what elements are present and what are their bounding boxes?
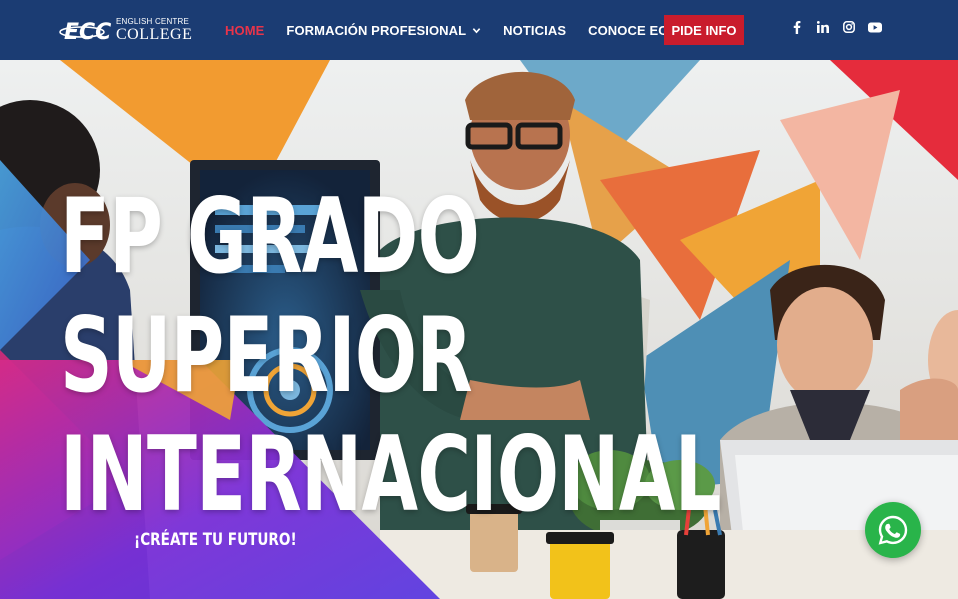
site-header: ECC ENGLISH CENTRE COLLEGE HOME FORMACIÓ… (0, 0, 958, 60)
chevron-down-icon (472, 27, 481, 33)
main-nav: HOME FORMACIÓN PROFESIONAL NOTICIAS CONO… (225, 0, 714, 60)
hero-banner: FP GRADO SUPERIOR INTERNACIONAL ¡CRÉATE … (0, 60, 958, 599)
logo-big-text: COLLEGE (116, 25, 193, 43)
pide-info-button[interactable]: PIDE INFO (664, 15, 744, 45)
whatsapp-button[interactable] (865, 502, 921, 558)
nav-label: HOME (225, 22, 265, 38)
facebook-icon[interactable] (790, 20, 804, 34)
hero-title-line: SUPERIOR (60, 296, 473, 416)
nav-label: NOTICIAS (503, 22, 567, 38)
nav-label: FORMACIÓN PROFESIONAL (286, 22, 467, 38)
whatsapp-icon (878, 515, 908, 545)
social-links (790, 20, 894, 34)
logo-mark-text: ECC (64, 20, 111, 44)
hero-title: FP GRADO SUPERIOR INTERNACIONAL (60, 177, 721, 535)
linkedin-icon[interactable] (816, 20, 830, 34)
nav-item-noticias[interactable]: NOTICIAS (503, 23, 566, 38)
hero-subtitle: ¡CRÉATE TU FUTURO! (134, 530, 297, 550)
youtube-icon[interactable] (868, 20, 882, 34)
nav-item-home[interactable]: HOME (225, 23, 264, 38)
logo-small-text: ENGLISH CENTRE (116, 16, 190, 26)
nav-item-formacion-profesional[interactable]: FORMACIÓN PROFESIONAL (286, 23, 481, 38)
instagram-icon[interactable] (842, 20, 856, 34)
hero-title-line: FP GRADO (60, 177, 480, 297)
brand-logo[interactable]: ECC ENGLISH CENTRE COLLEGE (58, 16, 192, 44)
logo-wordmark: ENGLISH CENTRE COLLEGE (116, 16, 193, 43)
ecc-logo-mark-icon: ECC (59, 20, 111, 44)
hero-title-line: INTERNACIONAL (60, 415, 721, 535)
